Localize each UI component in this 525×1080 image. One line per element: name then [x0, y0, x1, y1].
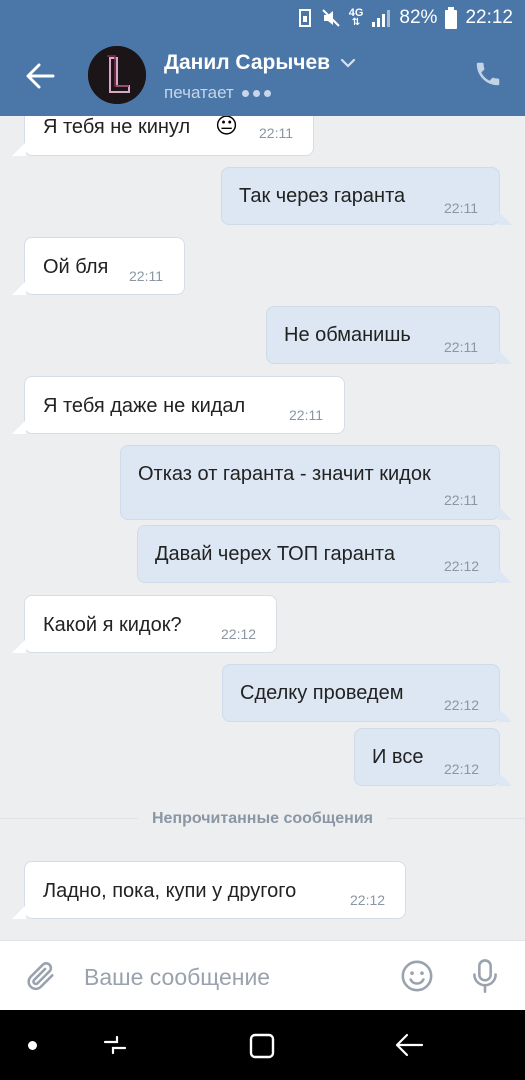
message-incoming[interactable]: Я тебя не кинул 😐 22:11 — [12, 116, 314, 156]
recent-apps-button[interactable] — [100, 1030, 130, 1060]
system-back-button[interactable] — [392, 1030, 426, 1060]
contact-title[interactable]: Данил Сарычев — [164, 51, 356, 75]
message-text: Какой я кидок? — [43, 614, 182, 636]
message-text: Давай черех ТОП гаранта — [155, 543, 395, 565]
message-time: 22:12 — [350, 892, 386, 908]
message-outgoing[interactable]: Отказ от гаранта - значит кидок 22:11 — [120, 445, 512, 520]
status-time: 22:12 — [465, 7, 513, 28]
emoji-button[interactable] — [400, 959, 434, 993]
battery-percent: 82% — [399, 7, 438, 28]
message-time: 22:12 — [444, 558, 480, 574]
message-text: Ладно, пока, купи у другого — [43, 880, 297, 902]
home-button[interactable] — [248, 1032, 276, 1060]
message-text: Не обманишь — [284, 324, 411, 346]
message-outgoing[interactable]: И все 22:12 — [354, 728, 512, 786]
home-icon — [249, 1033, 275, 1059]
message-text: Я тебя не кинул — [43, 116, 191, 138]
message-list[interactable]: Я тебя не кинул 😐 22:11 Так через гарант… — [0, 116, 525, 940]
back-icon — [395, 1033, 424, 1057]
voice-message-button[interactable] — [468, 957, 502, 995]
message-time: 22:12 — [221, 626, 257, 642]
neutral-face-emoji: 😐 — [215, 116, 238, 138]
typing-dots — [241, 89, 271, 97]
sim-saver-icon — [297, 8, 313, 28]
avatar[interactable] — [88, 46, 146, 104]
battery-icon — [445, 7, 458, 29]
microphone-icon — [473, 959, 497, 993]
mute-icon — [321, 8, 341, 28]
back-button[interactable] — [22, 60, 58, 92]
status-bar: 4G ⇅ 82% 22:12 — [0, 0, 525, 36]
contact-name: Данил Сарычев — [164, 51, 331, 74]
chevron-down-icon — [340, 58, 356, 68]
typing-status: печатает — [164, 83, 271, 103]
unread-divider-label: Непрочитанные сообщения — [137, 810, 388, 827]
system-navigation-bar — [0, 1010, 525, 1080]
message-text: Ой бля — [43, 256, 109, 278]
message-time: 22:11 — [444, 492, 478, 508]
message-input[interactable] — [82, 955, 386, 999]
message-incoming[interactable]: Ой бля 22:11 — [12, 237, 185, 295]
message-time: 22:11 — [259, 125, 293, 141]
message-outgoing[interactable]: Не обманишь 22:11 — [266, 306, 512, 364]
message-composer — [0, 940, 525, 1011]
phone-icon — [476, 62, 500, 86]
message-text: Отказ от гаранта - значит кидок — [138, 463, 431, 485]
emoji-icon — [401, 960, 433, 992]
message-time: 22:11 — [129, 268, 163, 284]
paperclip-icon — [27, 962, 54, 991]
network-4g-icon: 4G ⇅ — [348, 7, 364, 28]
message-incoming[interactable]: Какой я кидок? 22:12 — [12, 595, 277, 653]
message-time: 22:12 — [444, 697, 480, 713]
typing-label: печатает — [164, 83, 234, 102]
message-time: 22:11 — [444, 200, 478, 216]
message-time: 22:12 — [444, 761, 480, 777]
message-outgoing[interactable]: Так через гаранта 22:11 — [221, 167, 512, 225]
message-time: 22:11 — [444, 339, 478, 355]
call-button[interactable] — [473, 59, 505, 91]
message-text: Я тебя даже не кидал — [43, 395, 246, 417]
signal-icon — [371, 8, 391, 28]
message-time: 22:11 — [289, 407, 323, 423]
message-text: Так через гаранта — [239, 185, 406, 207]
message-outgoing[interactable]: Сделку проведем 22:12 — [222, 664, 512, 722]
unread-divider: Непрочитанные сообщения — [0, 810, 525, 828]
message-text: Сделку проведем — [240, 682, 404, 704]
dot-icon[interactable] — [28, 1041, 37, 1050]
message-incoming[interactable]: Я тебя даже не кидал 22:11 — [12, 376, 345, 434]
status-icons: 4G ⇅ 82% 22:12 — [297, 0, 513, 36]
recent-apps-icon — [103, 1035, 127, 1055]
back-arrow-icon — [26, 63, 55, 89]
attach-button[interactable] — [24, 959, 58, 993]
chat-header: Данил Сарычев печатает — [0, 36, 525, 116]
message-incoming[interactable]: Ладно, пока, купи у другого 22:12 — [12, 861, 406, 919]
message-outgoing[interactable]: Давай черех ТОП гаранта 22:12 — [137, 525, 512, 583]
message-text: И все — [372, 746, 424, 768]
